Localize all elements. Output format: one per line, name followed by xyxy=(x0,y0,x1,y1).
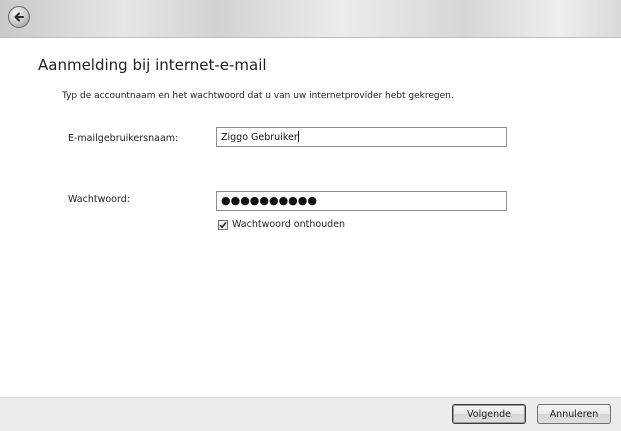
checkmark-icon xyxy=(219,221,227,228)
instruction-text: Typ de accountnaam en het wachtwoord dat… xyxy=(62,91,454,101)
remember-password-checkbox[interactable]: Wachtwoord onthouden xyxy=(218,219,345,230)
username-value: Ziggo Gebruiker xyxy=(221,132,298,143)
checkbox-box[interactable] xyxy=(218,219,228,230)
back-arrow-icon xyxy=(14,12,24,22)
wizard-footer: Volgende Annuleren xyxy=(0,397,621,431)
password-masked-value: ●●●●●●●●●● xyxy=(221,194,317,207)
password-input[interactable]: ●●●●●●●●●● xyxy=(216,191,507,211)
password-label: Wachtwoord: xyxy=(68,194,130,205)
next-button[interactable]: Volgende xyxy=(452,404,526,424)
remember-password-label: Wachtwoord onthouden xyxy=(232,219,346,230)
back-button[interactable] xyxy=(8,6,30,28)
page-title: Aanmelding bij internet-e-mail xyxy=(38,56,267,74)
wizard-header xyxy=(0,0,621,38)
cancel-button[interactable]: Annuleren xyxy=(537,404,611,424)
username-label: E-mailgebruikersnaam: xyxy=(68,133,179,144)
username-input[interactable]: Ziggo Gebruiker xyxy=(216,127,507,147)
text-cursor xyxy=(297,131,299,142)
